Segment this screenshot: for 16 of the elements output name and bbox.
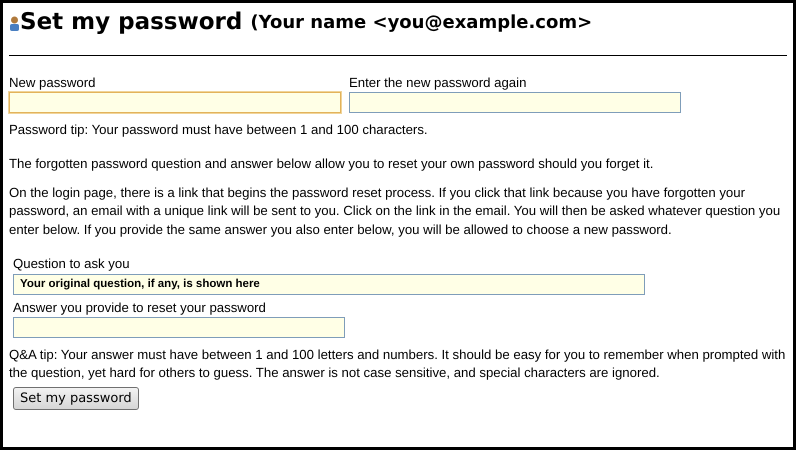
set-password-button[interactable]: Set my password	[13, 386, 139, 410]
user-name-email: (Your name <you@example.com>	[250, 11, 592, 36]
paragraph: On the login page, there is a link that begins the password reset process. If you click that link because you have forgotten your password, an email with a unique link will be sent to you. Click on the link in the email. You will then be asked whatever question you enter below. If you provide the same answer you also enter below, you will be allowed to choose a new password.	[9, 184, 782, 239]
qa-tip: Q&A tip: Your answer must have between 1 and 100 letters and numbers. It should be easy for you to remember when prompted with the question, yet hard for others to guess. The answer is not case sensitive, and special characters are ignored.	[9, 346, 786, 382]
question-field[interactable]: Your original question, if any, is shown here	[13, 274, 645, 295]
field-label: New password	[9, 74, 96, 91]
field-label: Enter the new password again	[349, 74, 528, 91]
field-label: Answer you provide to reset your password	[13, 298, 267, 316]
page-title: Set my password	[20, 9, 242, 37]
paragraph: The forgotten password question and answer below allow you to reset your own password should you forget it.	[9, 155, 654, 174]
field-label: Question to ask you	[13, 255, 131, 272]
answer-field[interactable]	[13, 316, 345, 338]
password-tip: Password tip: Your password must have between 1 and 100 characters.	[9, 120, 429, 139]
password-field[interactable]	[349, 92, 681, 113]
password-field[interactable]	[9, 92, 341, 113]
user-icon	[9, 14, 20, 31]
